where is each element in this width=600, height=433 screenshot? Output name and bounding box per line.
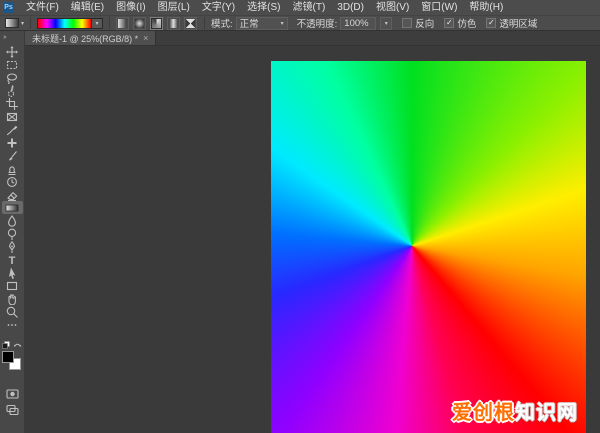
radial-gradient-icon xyxy=(135,19,144,28)
default-colors-icon[interactable] xyxy=(2,341,10,349)
frame-tool[interactable] xyxy=(0,110,25,123)
edit-toolbar-button[interactable] xyxy=(0,318,25,331)
menu-type[interactable]: 文字(Y) xyxy=(196,0,241,15)
foreground-color-swatch[interactable] xyxy=(2,351,14,363)
gradient-preview[interactable] xyxy=(37,18,92,29)
blend-mode-value: 正常 xyxy=(240,16,276,30)
checkbox-icon: ✓ xyxy=(486,18,496,28)
quick-selection-tool[interactable] xyxy=(0,84,25,97)
transparency-label: 透明区域 xyxy=(499,16,537,30)
document-tab-bar: 未标题-1 @ 25%(RGB/8) * × xyxy=(25,31,600,46)
watermark: 爱创根知识网 xyxy=(452,396,578,425)
opacity-value: 100% xyxy=(344,18,372,29)
reflected-gradient-icon xyxy=(169,19,178,28)
quick-mask-button[interactable] xyxy=(0,387,25,400)
lasso-tool[interactable] xyxy=(0,71,25,84)
dither-label: 仿色 xyxy=(457,16,476,30)
watermark-text-primary: 爱创根 xyxy=(452,400,515,424)
angle-gradient-button[interactable] xyxy=(150,17,163,30)
gradient-image[interactable]: 爱创根知识网 xyxy=(271,61,586,433)
chevron-down-icon: ▾ xyxy=(96,20,99,27)
dodge-tool[interactable] xyxy=(0,227,25,240)
blend-mode-select[interactable]: 正常 ▾ xyxy=(236,17,288,30)
gradient-picker-dropdown-button[interactable]: ▾ xyxy=(92,18,103,29)
angle-gradient-icon xyxy=(152,19,161,28)
tool-options-bar: ▾ ▾ 模式: 正常 ▾ 不透明度: xyxy=(0,15,600,31)
swap-colors-icon[interactable] xyxy=(13,341,22,349)
toolbar: ›› xyxy=(0,31,25,433)
crop-tool[interactable] xyxy=(0,97,25,110)
linear-gradient-button[interactable] xyxy=(116,17,129,30)
hand-tool[interactable] xyxy=(0,292,25,305)
photoshop-logo-icon: Ps xyxy=(3,2,14,13)
radial-gradient-button[interactable] xyxy=(133,17,146,30)
menu-bar: Ps 文件(F) 编辑(E) 图像(I) 图层(L) 文字(Y) 选择(S) 滤… xyxy=(0,0,600,15)
opacity-input[interactable]: 100% xyxy=(340,17,376,30)
watermark-text-secondary: 知识网 xyxy=(515,400,578,424)
rectangle-tool[interactable] xyxy=(0,279,25,292)
checkbox-icon: ✓ xyxy=(402,18,412,28)
menu-select[interactable]: 选择(S) xyxy=(241,0,286,15)
color-swatches xyxy=(2,351,22,381)
type-tool[interactable]: T xyxy=(0,253,25,266)
document-tab[interactable]: 未标题-1 @ 25%(RGB/8) * × xyxy=(25,31,156,45)
menu-window[interactable]: 窗口(W) xyxy=(415,0,463,15)
mode-label: 模式: xyxy=(211,16,233,30)
screen-mode-button[interactable] xyxy=(0,403,25,416)
reverse-label: 反向 xyxy=(415,16,434,30)
pen-tool[interactable] xyxy=(0,240,25,253)
tool-preset-thumbnail-icon xyxy=(5,18,19,28)
document-tab-title: 未标题-1 @ 25%(RGB/8) * xyxy=(32,32,138,45)
spot-healing-brush-tool[interactable] xyxy=(0,136,25,149)
transparency-checkbox[interactable]: ✓ 透明区域 xyxy=(486,16,537,30)
path-selection-tool[interactable] xyxy=(0,266,25,279)
eyedropper-tool[interactable] xyxy=(0,123,25,136)
reverse-checkbox[interactable]: ✓ 反向 xyxy=(402,16,434,30)
toolbar-expand-button[interactable]: ›› xyxy=(0,31,6,45)
rectangular-marquee-tool[interactable] xyxy=(0,58,25,71)
opacity-dropdown-button[interactable]: ▾ xyxy=(380,17,392,30)
photoshop-window: Ps 文件(F) 编辑(E) 图像(I) 图层(L) 文字(Y) 选择(S) 滤… xyxy=(0,0,600,433)
diamond-gradient-button[interactable] xyxy=(184,17,197,30)
menu-edit[interactable]: 编辑(E) xyxy=(65,0,110,15)
menu-filter[interactable]: 滤镜(T) xyxy=(287,0,332,15)
clone-stamp-tool[interactable] xyxy=(0,162,25,175)
move-tool[interactable] xyxy=(0,45,25,58)
menu-3d[interactable]: 3D(D) xyxy=(331,0,370,15)
menu-help[interactable]: 帮助(H) xyxy=(463,0,509,15)
gradient-picker[interactable]: ▾ xyxy=(37,18,103,29)
checkbox-icon: ✓ xyxy=(444,18,454,28)
canvas-pasteboard[interactable]: 爱创根知识网 xyxy=(25,46,600,433)
diamond-gradient-icon xyxy=(186,19,195,28)
zoom-tool[interactable] xyxy=(0,305,25,318)
svg-text:T: T xyxy=(9,255,16,266)
menu-image[interactable]: 图像(I) xyxy=(110,0,151,15)
chevron-down-icon: ▾ xyxy=(21,20,24,27)
reflected-gradient-button[interactable] xyxy=(167,17,180,30)
menu-file[interactable]: 文件(F) xyxy=(20,0,65,15)
menu-view[interactable]: 视图(V) xyxy=(370,0,415,15)
opacity-label: 不透明度: xyxy=(297,16,338,30)
eraser-tool[interactable] xyxy=(0,188,25,201)
gradient-tool[interactable] xyxy=(2,201,23,214)
chevron-down-icon: ▾ xyxy=(385,20,388,27)
close-tab-icon[interactable]: × xyxy=(143,33,148,43)
menu-layer[interactable]: 图层(L) xyxy=(152,0,196,15)
blur-tool[interactable] xyxy=(0,214,25,227)
brush-tool[interactable] xyxy=(0,149,25,162)
tool-preset-picker[interactable]: ▾ xyxy=(5,18,24,28)
dither-checkbox[interactable]: ✓ 仿色 xyxy=(444,16,476,30)
chevron-down-icon: ▾ xyxy=(281,20,284,27)
linear-gradient-icon xyxy=(118,19,127,28)
history-brush-tool[interactable] xyxy=(0,175,25,188)
